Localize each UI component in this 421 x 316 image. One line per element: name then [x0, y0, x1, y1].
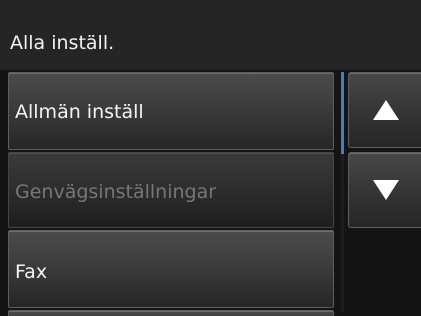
- menu-item-label: Allmän inställ: [15, 101, 144, 123]
- settings-screen: Alla inställ. Allmän inställ Genvägsinst…: [0, 0, 421, 316]
- scrollbar-thumb[interactable]: [341, 72, 344, 154]
- triangle-up-icon: [373, 100, 399, 120]
- header-bar: Alla inställ.: [0, 0, 421, 70]
- menu-item-fax[interactable]: Fax: [8, 230, 334, 308]
- menu-item-genvagsinstallningar: Genvägsinställningar: [8, 152, 334, 228]
- page-title: Alla inställ.: [10, 32, 115, 54]
- menu-item-allman-install[interactable]: Allmän inställ: [8, 72, 334, 150]
- scroll-down-button[interactable]: [348, 152, 421, 228]
- scroll-up-button[interactable]: [348, 72, 421, 148]
- menu-item-label: Fax: [15, 261, 48, 283]
- triangle-down-icon: [373, 180, 399, 200]
- menu-item-label: Genvägsinställningar: [15, 181, 217, 203]
- menu-item-partial[interactable]: [8, 310, 334, 316]
